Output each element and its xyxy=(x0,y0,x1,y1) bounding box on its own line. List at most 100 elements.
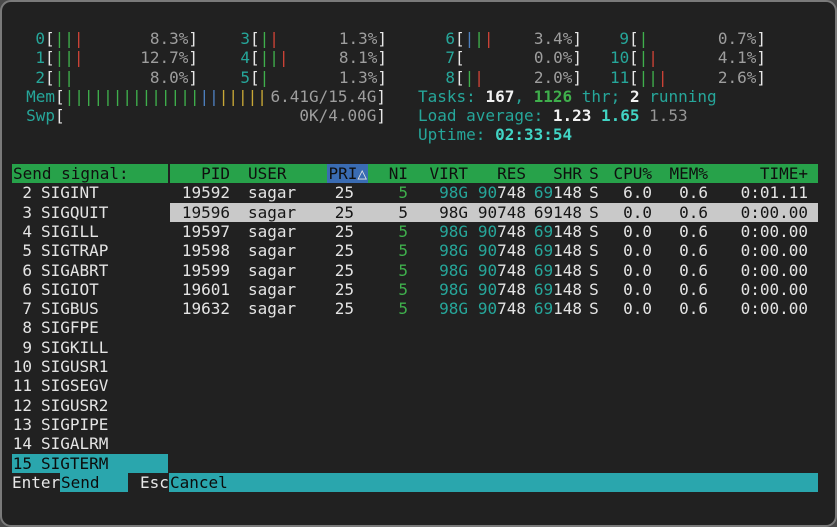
meter-close-bracket: ] xyxy=(376,106,386,125)
res-kilobytes: 748 xyxy=(497,299,526,318)
signal-name: SIGTRAP xyxy=(41,241,108,260)
signal-list-item[interactable]: 2 SIGINT xyxy=(12,183,168,202)
signal-name: SIGILL xyxy=(41,222,99,241)
signal-name: SIGQUIT xyxy=(41,203,108,222)
cpu-meter-5: 5[|1.3%] xyxy=(231,68,387,87)
signal-list-item[interactable]: 5 SIGTRAP xyxy=(12,241,168,260)
process-row[interactable]: 19599 sagar 25 5 98G 90748 69148 S 0.0 0… xyxy=(170,261,818,280)
signal-name: SIGIOT xyxy=(41,280,99,299)
process-row[interactable]: 19632 sagar 25 5 98G 90748 69148 S 0.0 0… xyxy=(170,299,818,318)
column-header-virt[interactable]: VIRT xyxy=(408,164,468,183)
cpu-percent: 1.3% xyxy=(339,29,378,48)
signal-list-item[interactable]: 12 SIGUSR2 xyxy=(12,396,168,415)
column-header-state[interactable]: S xyxy=(582,164,606,183)
column-header-user[interactable]: USER xyxy=(230,164,310,183)
send-button[interactable]: Send xyxy=(60,473,128,492)
cpu-meter-2: 2[||8.0%] xyxy=(26,68,198,87)
priority-cell: 25 xyxy=(310,183,354,202)
process-row[interactable]: 19596 sagar 25 5 98G 90748 69148 S 0.0 0… xyxy=(170,203,818,222)
cpu-bar-kernel: | xyxy=(658,68,668,87)
shr-megabytes: 69 xyxy=(534,299,553,318)
meter-close-bracket: ] xyxy=(377,48,387,67)
signal-list-item[interactable]: 6 SIGABRT xyxy=(12,261,168,280)
process-row[interactable]: 19597 sagar 25 5 98G 90748 69148 S 0.0 0… xyxy=(170,222,818,241)
shr-kilobytes: 148 xyxy=(553,299,582,318)
signal-list-item[interactable]: 14 SIGALRM xyxy=(12,434,168,453)
signal-number: 2 xyxy=(12,183,32,202)
signal-name: SIGTERM xyxy=(41,454,108,473)
cpu-percent: 0.0% xyxy=(534,48,573,67)
meter-open-bracket: [ xyxy=(629,68,639,87)
virt-cell: 98G xyxy=(408,203,468,222)
swap-meter: Swp[0K/4.00G] xyxy=(26,106,386,125)
cpu-bar-kernel: | xyxy=(279,48,289,67)
column-header-cpu[interactable]: CPU% xyxy=(606,164,652,183)
res-kilobytes: 748 xyxy=(497,261,526,280)
cancel-button[interactable]: Cancel xyxy=(169,473,818,492)
column-header-pri[interactable]: PRI△ xyxy=(310,164,354,183)
signal-list-item[interactable]: 15 SIGTERM xyxy=(12,454,168,473)
user-cell: sagar xyxy=(230,241,310,260)
state-cell: S xyxy=(582,241,606,260)
cpu-bars: | xyxy=(639,29,649,48)
shr-megabytes: 69 xyxy=(534,280,553,299)
signal-name: SIGPIPE xyxy=(41,415,108,434)
signal-name: SIGSEGV xyxy=(41,376,108,395)
cpu-meter-row-2: 1[|||12.7%] 4[|||8.1%] 7[0.0%] 10[||4.1%… xyxy=(12,48,818,67)
priority-cell: 25 xyxy=(310,261,354,280)
cpu-bars: || xyxy=(260,29,279,48)
shr-megabytes: 69 xyxy=(534,203,553,222)
process-rows: 19592 sagar 25 5 98G 90748 69148 S 6.0 0… xyxy=(170,183,818,318)
process-row[interactable]: 19601 sagar 25 5 98G 90748 69148 S 0.0 0… xyxy=(170,280,818,299)
signal-list-item[interactable]: 13 SIGPIPE xyxy=(12,415,168,434)
process-row[interactable]: 19592 sagar 25 5 98G 90748 69148 S 6.0 0… xyxy=(170,183,818,202)
pid-cell: 19592 xyxy=(170,183,230,202)
signal-list-item[interactable]: 11 SIGSEGV xyxy=(12,376,168,395)
signal-list-item[interactable]: 3 SIGQUIT xyxy=(12,203,168,222)
cpu-percent: 0.7% xyxy=(718,29,757,48)
signal-number: 8 xyxy=(12,318,32,337)
column-header-ni[interactable]: NI xyxy=(354,164,408,183)
column-header-pid[interactable]: PID xyxy=(170,164,230,183)
meter-open-bracket: [ xyxy=(250,29,260,48)
column-header-time[interactable]: TIME+ xyxy=(708,164,808,183)
meter-close-bracket: ] xyxy=(572,48,582,67)
threads-count: 1126 xyxy=(534,87,573,106)
cpu-meter-7: 7[0.0%] xyxy=(436,48,582,67)
meter-open-bracket: [ xyxy=(629,48,639,67)
cpu-id: 8 xyxy=(436,68,455,87)
signal-list-item[interactable]: 9 SIGKILL xyxy=(12,338,168,357)
nice-cell: 5 xyxy=(354,183,408,202)
cpu-bar-kernel: | xyxy=(648,48,658,67)
cpu-id: 7 xyxy=(436,48,455,67)
signal-list-item[interactable]: 6 SIGIOT xyxy=(12,280,168,299)
process-table-header: PID USER PRI△ NI VIRT RES SHR S CPU% MEM… xyxy=(170,164,818,183)
signal-list-item[interactable]: 7 SIGBUS xyxy=(12,299,168,318)
meter-bar-area: |||2.6% xyxy=(639,68,757,87)
cpu-meter-1: 1[|||12.7%] xyxy=(26,48,198,67)
signal-list: 2 SIGINT 3 SIGQUIT 4 SIGILL xyxy=(12,183,168,472)
column-header-res[interactable]: RES xyxy=(468,164,526,183)
cpu-bar-normal: | xyxy=(260,68,270,87)
process-row[interactable]: 19598 sagar 25 5 98G 90748 69148 S 0.0 0… xyxy=(170,241,818,260)
shr-cell: 69148 xyxy=(526,261,582,280)
tasks-label: Tasks: xyxy=(418,87,485,106)
meter-bar-area: 0K/4.00G xyxy=(65,106,377,125)
res-kilobytes: 748 xyxy=(497,280,526,299)
cpu-bar-normal: || xyxy=(55,48,74,67)
priority-cell: 25 xyxy=(310,299,354,318)
column-header-shr[interactable]: SHR xyxy=(526,164,582,183)
signal-list-item[interactable]: 8 SIGFPE xyxy=(12,318,168,337)
meter-open-bracket: [ xyxy=(455,29,465,48)
swap-load-row: Swp[0K/4.00G] Load average: 1.231.651.53 xyxy=(12,106,818,125)
signal-list-item[interactable]: 10 SIGUSR1 xyxy=(12,357,168,376)
cpu-meter-10: 10[||4.1%] xyxy=(610,48,766,67)
res-megabytes: 90 xyxy=(478,280,497,299)
res-kilobytes: 748 xyxy=(497,183,526,202)
column-header-mem[interactable]: MEM% xyxy=(652,164,708,183)
cpu-id: 9 xyxy=(610,29,629,48)
meter-open-bracket: [ xyxy=(250,48,260,67)
signal-list-item[interactable]: 4 SIGILL xyxy=(12,222,168,241)
cpu-bar-kernel: | xyxy=(74,48,84,67)
time-cell: 0:00.00 xyxy=(708,222,808,241)
